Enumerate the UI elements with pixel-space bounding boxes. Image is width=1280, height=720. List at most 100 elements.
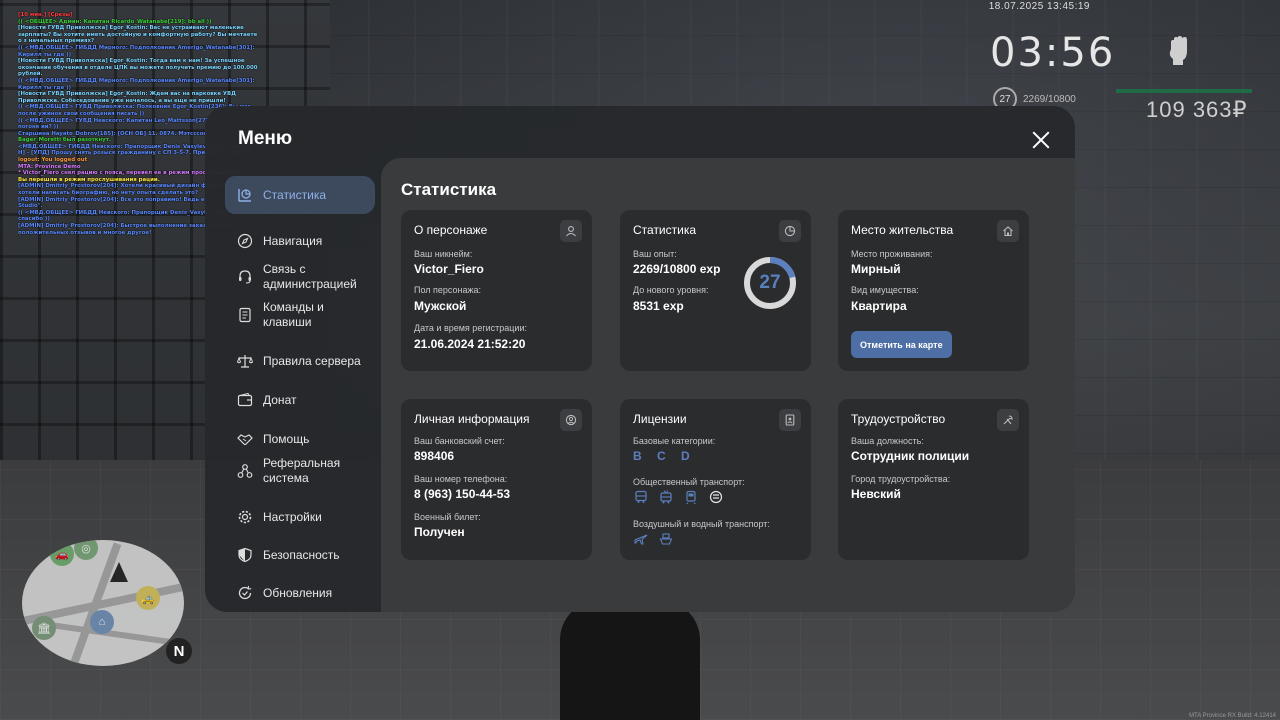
hud-date: 18.07.2025 13:45:19 xyxy=(988,1,1090,12)
property-label: Вид имущества: xyxy=(851,285,919,295)
chat-line: (( <МВД.ОБЩЕЕ> ГИБДД Мирного: Подполковн… xyxy=(18,77,255,91)
menu-title: Меню xyxy=(238,128,293,149)
card-title: Лицензии xyxy=(633,412,687,426)
gender-value: Мужской xyxy=(414,299,467,313)
nav-item-label: Связь с администрацией xyxy=(263,262,357,291)
face-icon xyxy=(560,409,582,431)
phone-label: Ваш номер телефона: xyxy=(414,474,508,484)
nav-item-label: Правила сервера xyxy=(263,353,361,368)
bus-icon xyxy=(633,489,649,505)
gender-label: Пол персонажа: xyxy=(414,285,482,295)
bank-account-value: 898406 xyxy=(414,449,455,463)
network-icon xyxy=(237,463,253,479)
licenses-card: Лицензии Базовые категории: B C D Общест… xyxy=(620,399,811,560)
nav-item-2[interactable]: Связь с администрацией xyxy=(225,258,375,296)
home-icon xyxy=(997,220,1019,242)
employment-card: Трудоустройство Ваша должность: Сотрудни… xyxy=(838,399,1029,560)
nav-item-label: Настройки xyxy=(263,509,322,524)
scales-icon xyxy=(237,353,253,369)
nav-item-10[interactable]: Обновления xyxy=(225,574,375,612)
gear-icon xyxy=(237,509,253,525)
level-number: 27 xyxy=(759,272,781,293)
nav-item-label: Донат xyxy=(263,392,297,407)
nav-item-3[interactable]: Команды и клавиши xyxy=(225,296,375,334)
property-value: Квартира xyxy=(851,299,907,313)
target-icon: ◎ xyxy=(74,540,98,560)
chat-line: (( <МВД.ОБЩЕЕ> ГИБДД Мирного: Подполковн… xyxy=(18,44,255,58)
residence-card: Место жительства Место проживания: Мирны… xyxy=(838,210,1029,371)
wallet-icon xyxy=(237,392,253,408)
player-character xyxy=(560,600,700,720)
content-title: Статистика xyxy=(401,180,497,199)
card-title: Личная информация xyxy=(414,412,530,426)
nav-item-label: Безопасность xyxy=(263,547,340,562)
nav-item-9[interactable]: Безопасность xyxy=(225,536,375,574)
public-transport-label: Общественный транспорт: xyxy=(633,477,745,487)
position-label: Ваша должность: xyxy=(851,436,924,446)
employment-city-label: Город трудоустройства: xyxy=(851,474,951,484)
bank-icon: 🏛 xyxy=(32,616,56,640)
hud-money: 109 363₽ xyxy=(1146,97,1248,122)
military-id-label: Военный билет: xyxy=(414,512,481,522)
nickname-value: Victor_Fiero xyxy=(414,262,484,276)
nickname-label: Ваш никнейм: xyxy=(414,249,473,259)
military-id-value: Получен xyxy=(414,525,465,539)
registration-value: 21.06.2024 21:52:20 xyxy=(414,337,526,351)
phone-value: 8 (963) 150-44-53 xyxy=(414,487,511,501)
next-level-label: До нового уровня: xyxy=(633,285,709,295)
user-icon xyxy=(560,220,582,242)
close-button[interactable] xyxy=(1028,127,1054,153)
card-title: Место жительства xyxy=(851,223,954,237)
chat-line: [Новости ГУВД Приволжска] Egor_Kostin: Ж… xyxy=(18,91,236,104)
personal-info-card: Личная информация Ваш банковский счет: 8… xyxy=(401,399,592,560)
boat-icon xyxy=(658,531,674,547)
chat-line: [Новости ГУВД Приволжска] Egor_Kostin: Т… xyxy=(18,58,258,78)
employment-city-value: Невский xyxy=(851,487,901,501)
nav-item-5[interactable]: Донат xyxy=(225,381,375,419)
chart-icon xyxy=(237,187,253,203)
shield-icon xyxy=(237,547,253,563)
id-badge-icon xyxy=(779,409,801,431)
document-icon xyxy=(237,307,253,323)
minimap: 🚗 ◎ 🚕 🏛 ⌂ xyxy=(22,540,184,666)
plane-icon xyxy=(633,531,649,547)
nav-item-label: Команды и клавиши xyxy=(263,300,324,329)
car-icon: 🚗 xyxy=(50,542,74,566)
exp-label: Ваш опыт: xyxy=(633,249,677,259)
residence-place-value: Мирный xyxy=(851,262,901,276)
taxi-icon: 🚕 xyxy=(136,586,160,610)
nav-item-7[interactable]: Реферальная система xyxy=(225,452,375,490)
nav-item-8[interactable]: Настройки xyxy=(225,498,375,536)
nav-item-4[interactable]: Правила сервера xyxy=(225,342,375,380)
position-value: Сотрудник полиции xyxy=(851,449,970,463)
refresh-icon xyxy=(237,585,253,601)
card-title: О персонаже xyxy=(414,223,488,237)
build-version: MTA Province RX Build: 4.12414 xyxy=(1189,713,1276,719)
pie-chart-icon xyxy=(779,220,801,242)
chat-line: [Новости ГУВД Приволжска] Egor_Kostin: В… xyxy=(18,25,258,45)
character-card: О персонаже Ваш никнейм: Victor_Fiero По… xyxy=(401,210,592,371)
nav-item-label: Статистика xyxy=(263,187,327,202)
nav-item-label: Помощь xyxy=(263,431,310,446)
hud-exp: 2269/10800 xyxy=(1023,93,1076,105)
chat-line: [10 мин.] [Срезы] xyxy=(18,12,73,18)
nav-item-1[interactable]: Навигация xyxy=(225,222,375,260)
headset-icon xyxy=(237,269,253,285)
trolleybus-icon xyxy=(658,489,674,505)
air-water-transport-label: Воздушный и водный транспорт: xyxy=(633,519,770,529)
card-title: Трудоустройство xyxy=(851,412,946,426)
mark-on-map-button[interactable]: Отметить на карте xyxy=(851,331,952,358)
north-indicator: N xyxy=(166,638,192,664)
nav-item-label: Реферальная система xyxy=(263,456,341,485)
statistics-card: Статистика Ваш опыт: 2269/10800 exp До н… xyxy=(620,210,811,371)
card-title: Статистика xyxy=(633,223,697,237)
public-transport-icons xyxy=(633,489,724,505)
base-categories-label: Базовые категории: xyxy=(633,436,716,446)
tram-icon xyxy=(683,489,699,505)
nav-item-label: Обновления xyxy=(263,585,333,600)
hud-time: 03:56 xyxy=(990,30,1116,76)
nav-item-0[interactable]: Статистика xyxy=(225,176,375,214)
health-bar xyxy=(1116,89,1252,93)
residence-place-label: Место проживания: xyxy=(851,249,933,259)
metro-icon xyxy=(708,489,724,505)
